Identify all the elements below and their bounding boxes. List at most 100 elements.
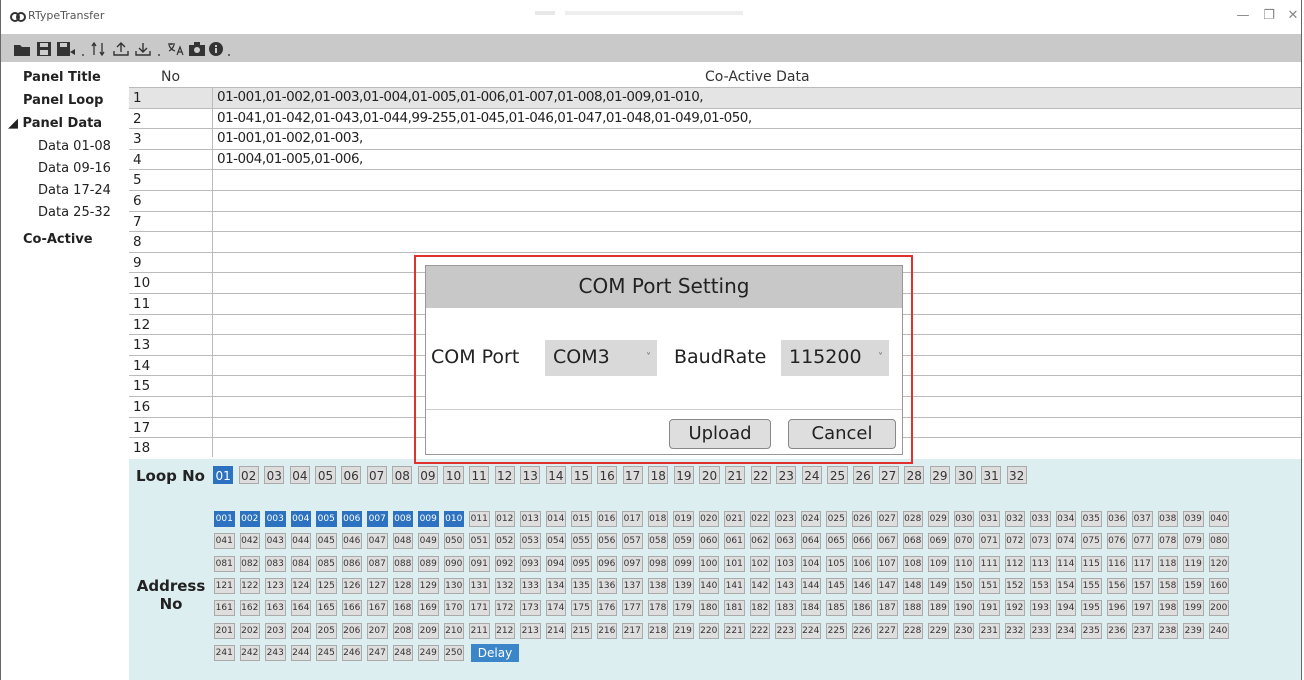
address-button[interactable]: 001 (214, 511, 235, 527)
address-button[interactable]: 053 (520, 533, 541, 550)
address-button[interactable]: 221 (724, 622, 745, 639)
loop-button[interactable]: 32 (1006, 466, 1027, 484)
loop-button[interactable]: 29 (929, 466, 950, 484)
address-button[interactable]: 048 (392, 533, 413, 550)
address-button[interactable]: 178 (647, 600, 668, 617)
address-button[interactable]: 060 (698, 533, 719, 550)
address-button[interactable]: 125 (316, 577, 337, 594)
sidebar-item-data-01-08[interactable]: Data 01-08 (38, 139, 111, 154)
address-button[interactable]: 074 (1055, 533, 1076, 550)
address-button[interactable]: 213 (520, 622, 541, 639)
address-button[interactable]: 134 (545, 577, 566, 594)
address-button[interactable]: 196 (1106, 600, 1127, 617)
address-button[interactable]: 097 (622, 555, 643, 572)
address-button[interactable]: 163 (265, 600, 286, 617)
address-button[interactable]: 050 (443, 533, 464, 550)
address-button[interactable]: 142 (749, 577, 770, 594)
address-button[interactable]: 047 (367, 533, 388, 550)
address-button[interactable]: 124 (290, 577, 311, 594)
address-button[interactable]: 248 (392, 644, 413, 661)
address-button[interactable]: 003 (265, 511, 286, 527)
address-button[interactable]: 022 (749, 511, 770, 527)
address-button[interactable]: 026 (851, 511, 872, 527)
address-button[interactable]: 138 (647, 577, 668, 594)
address-button[interactable]: 058 (647, 533, 668, 550)
address-button[interactable]: 023 (775, 511, 796, 527)
address-button[interactable]: 005 (316, 511, 337, 527)
address-button[interactable]: 039 (1183, 511, 1204, 527)
address-button[interactable]: 071 (979, 533, 1000, 550)
address-button[interactable]: 188 (902, 600, 923, 617)
address-button[interactable]: 140 (698, 577, 719, 594)
address-button[interactable]: 063 (775, 533, 796, 550)
address-button[interactable]: 087 (367, 555, 388, 572)
address-button[interactable]: 201 (214, 622, 235, 639)
address-button[interactable]: 144 (800, 577, 821, 594)
address-button[interactable]: 122 (239, 577, 260, 594)
address-button[interactable]: 139 (673, 577, 694, 594)
address-button[interactable]: 216 (596, 622, 617, 639)
address-button[interactable]: 019 (673, 511, 694, 527)
address-button[interactable]: 236 (1106, 622, 1127, 639)
address-button[interactable]: 045 (316, 533, 337, 550)
address-button[interactable]: 235 (1081, 622, 1102, 639)
address-button[interactable]: 029 (928, 511, 949, 527)
address-button[interactable]: 167 (367, 600, 388, 617)
address-button[interactable]: 034 (1055, 511, 1076, 527)
loop-button[interactable]: 18 (648, 466, 669, 484)
address-button[interactable]: 150 (953, 577, 974, 594)
address-button[interactable]: 032 (1004, 511, 1025, 527)
restore-icon[interactable]: ❐ (1259, 8, 1279, 23)
address-button[interactable]: 137 (622, 577, 643, 594)
address-button[interactable]: 006 (341, 511, 362, 527)
address-button[interactable]: 105 (826, 555, 847, 572)
address-button[interactable]: 229 (928, 622, 949, 639)
address-button[interactable]: 051 (469, 533, 490, 550)
address-button[interactable]: 203 (265, 622, 286, 639)
address-button[interactable]: 183 (775, 600, 796, 617)
address-button[interactable]: 104 (800, 555, 821, 572)
address-button[interactable]: 028 (902, 511, 923, 527)
address-button[interactable]: 098 (647, 555, 668, 572)
address-button[interactable]: 169 (418, 600, 439, 617)
address-button[interactable]: 037 (1132, 511, 1153, 527)
loop-button[interactable]: 25 (827, 466, 848, 484)
address-button[interactable]: 130 (443, 577, 464, 594)
address-button[interactable]: 075 (1081, 533, 1102, 550)
address-button[interactable]: 198 (1157, 600, 1178, 617)
address-button[interactable]: 049 (418, 533, 439, 550)
address-button[interactable]: 078 (1157, 533, 1178, 550)
address-button[interactable]: 061 (724, 533, 745, 550)
address-button[interactable]: 141 (724, 577, 745, 594)
address-button[interactable]: 181 (724, 600, 745, 617)
address-button[interactable]: 083 (265, 555, 286, 572)
address-button[interactable]: 175 (571, 600, 592, 617)
address-button[interactable]: 218 (647, 622, 668, 639)
address-button[interactable]: 044 (290, 533, 311, 550)
address-button[interactable]: 191 (979, 600, 1000, 617)
address-button[interactable]: 127 (367, 577, 388, 594)
address-button[interactable]: 013 (520, 511, 541, 527)
address-button[interactable]: 007 (367, 511, 388, 527)
baud-rate-select[interactable]: 115200 ˅ (781, 340, 889, 376)
upload-button[interactable]: Upload (669, 419, 771, 449)
address-button[interactable]: 158 (1157, 577, 1178, 594)
loop-button[interactable]: 30 (955, 466, 976, 484)
address-button[interactable]: 131 (469, 577, 490, 594)
address-button[interactable]: 156 (1106, 577, 1127, 594)
address-button[interactable]: 057 (622, 533, 643, 550)
address-button[interactable]: 249 (418, 644, 439, 661)
address-button[interactable]: 126 (341, 577, 362, 594)
address-button[interactable]: 069 (928, 533, 949, 550)
loop-button[interactable]: 24 (801, 466, 822, 484)
address-button[interactable]: 174 (545, 600, 566, 617)
loop-button[interactable]: 08 (392, 466, 413, 484)
table-row[interactable]: 6 (129, 189, 1301, 211)
address-button[interactable]: 215 (571, 622, 592, 639)
address-button[interactable]: 243 (265, 644, 286, 661)
address-button[interactable]: 143 (775, 577, 796, 594)
table-row[interactable]: 5 (129, 169, 1301, 190)
address-button[interactable]: 012 (494, 511, 515, 527)
loop-button[interactable]: 01 (213, 466, 234, 484)
address-button[interactable]: 157 (1132, 577, 1153, 594)
